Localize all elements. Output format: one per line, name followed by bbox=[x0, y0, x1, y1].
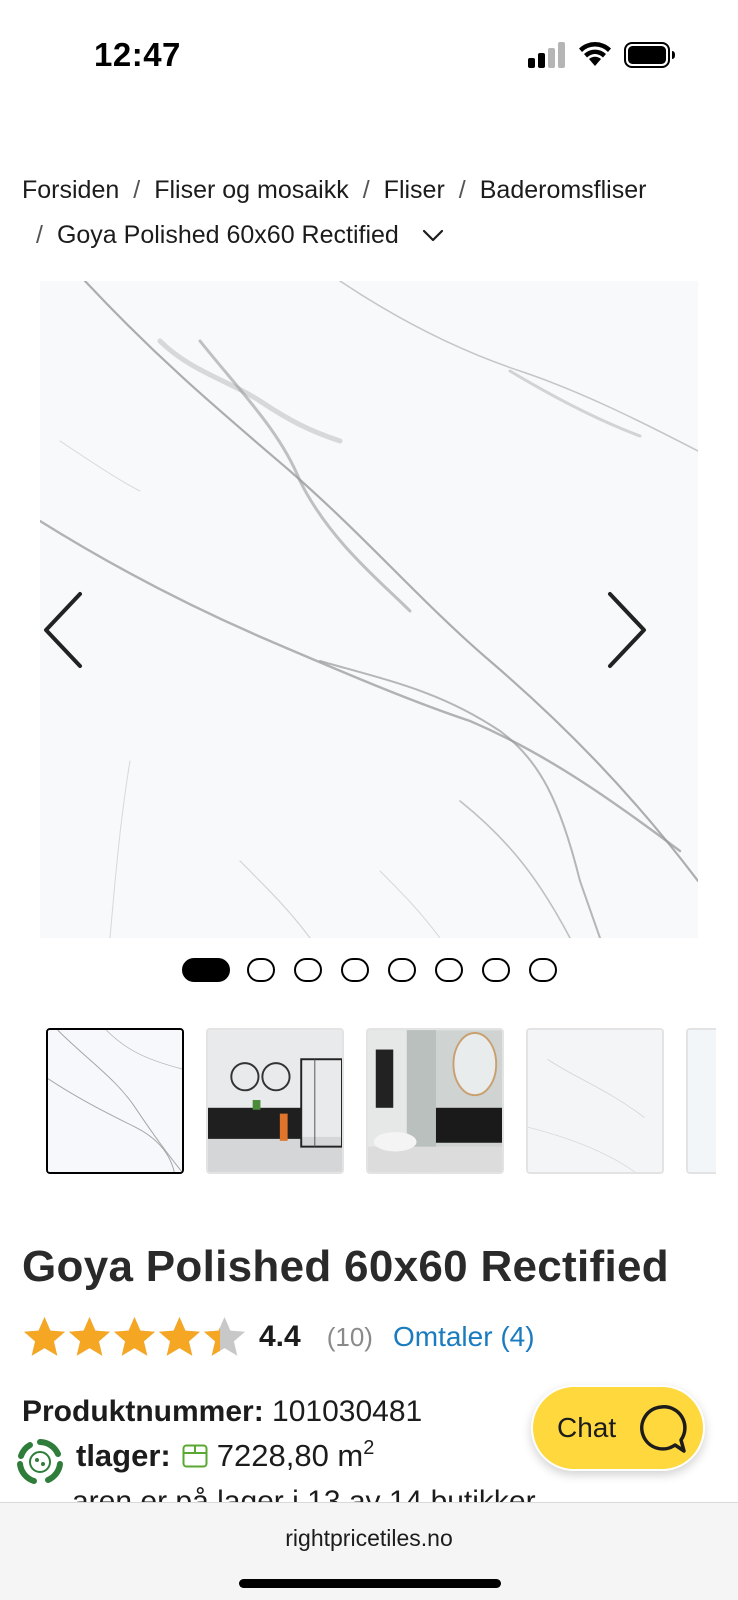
thumbnail-marble-tile-light[interactable] bbox=[526, 1028, 664, 1174]
thumbnail-bathroom-scene-1[interactable] bbox=[206, 1028, 344, 1174]
previous-image-arrow-icon[interactable] bbox=[40, 590, 90, 670]
pagination-dot-3[interactable] bbox=[294, 958, 322, 982]
breadcrumb-item-current: Goya Polished 60x60 Rectified bbox=[56, 221, 399, 249]
thumbnail-bathroom-scene-2[interactable] bbox=[366, 1028, 504, 1174]
chevron-down-icon[interactable] bbox=[421, 224, 445, 248]
chat-bubble-icon bbox=[640, 1405, 687, 1453]
image-pagination bbox=[0, 958, 738, 984]
stock-unit-exponent: 2 bbox=[363, 1436, 375, 1459]
star-icon bbox=[69, 1316, 110, 1356]
product-title: Goya Polished 60x60 Rectified bbox=[22, 1242, 669, 1291]
star-icon bbox=[159, 1316, 200, 1356]
stock-value: 7228,80 m bbox=[216, 1438, 364, 1473]
reviews-link[interactable]: Omtaler (4) bbox=[393, 1321, 535, 1353]
rating-stars bbox=[22, 1315, 247, 1360]
breadcrumb-separator: / bbox=[36, 221, 43, 249]
wifi-icon bbox=[579, 42, 611, 66]
next-image-arrow-icon[interactable] bbox=[600, 590, 650, 670]
status-time: 12:47 bbox=[94, 36, 181, 73]
breadcrumb-item-home[interactable]: Forsiden bbox=[22, 168, 119, 213]
thumbnail-marble-tile[interactable] bbox=[46, 1028, 184, 1174]
star-icon bbox=[24, 1316, 65, 1356]
url-display[interactable]: rightpricetiles.no bbox=[0, 1525, 738, 1552]
rating-row: 4.4 (10) Omtaler (4) bbox=[22, 1312, 535, 1362]
pagination-dot-7[interactable] bbox=[482, 958, 510, 982]
breadcrumb-item-bathroom-tiles[interactable]: Baderomsfliser bbox=[480, 168, 647, 213]
breadcrumb-item-tiles-mosaic[interactable]: Fliser og mosaikk bbox=[154, 168, 349, 213]
pagination-dot-6[interactable] bbox=[435, 958, 463, 982]
pagination-dot-5[interactable] bbox=[388, 958, 416, 982]
browser-bottom-bar: rightpricetiles.no bbox=[0, 1502, 738, 1600]
product-number-value: 101030481 bbox=[272, 1395, 423, 1428]
star-icon bbox=[114, 1316, 155, 1356]
breadcrumb-separator: / bbox=[458, 176, 466, 204]
breadcrumb-separator: / bbox=[362, 176, 370, 204]
battery-icon bbox=[624, 42, 675, 68]
breadcrumb-separator: / bbox=[133, 176, 141, 204]
recycle-icon[interactable] bbox=[12, 1434, 68, 1490]
stock-info: tlager: 7228,80 m2 bbox=[76, 1436, 375, 1474]
rating-count: (10) bbox=[326, 1321, 373, 1352]
breadcrumb: Forsiden / Fliser og mosaikk / Fliser / … bbox=[22, 168, 722, 258]
pagination-dot-4[interactable] bbox=[341, 958, 369, 982]
star-icon bbox=[204, 1316, 245, 1356]
product-number: Produktnummer: 101030481 bbox=[22, 1395, 422, 1429]
breadcrumb-item-tiles[interactable]: Fliser bbox=[384, 168, 445, 213]
rating-value: 4.4 bbox=[259, 1320, 301, 1353]
pagination-dot-1[interactable] bbox=[182, 958, 230, 982]
chat-button[interactable]: Chat bbox=[531, 1385, 705, 1471]
signal-icon bbox=[528, 42, 568, 68]
package-icon bbox=[182, 1444, 208, 1468]
home-indicator[interactable] bbox=[239, 1579, 501, 1588]
thumbnail-strip bbox=[46, 1028, 716, 1176]
pagination-dot-8[interactable] bbox=[529, 958, 557, 982]
thumbnail-marble-tile-partial[interactable] bbox=[686, 1028, 716, 1174]
status-bar: 12:47 bbox=[0, 0, 738, 110]
chat-button-label: Chat bbox=[557, 1412, 617, 1443]
product-number-label: Produktnummer: bbox=[22, 1395, 264, 1428]
pagination-dot-2[interactable] bbox=[247, 958, 275, 982]
stock-label: tlager: bbox=[76, 1438, 171, 1473]
